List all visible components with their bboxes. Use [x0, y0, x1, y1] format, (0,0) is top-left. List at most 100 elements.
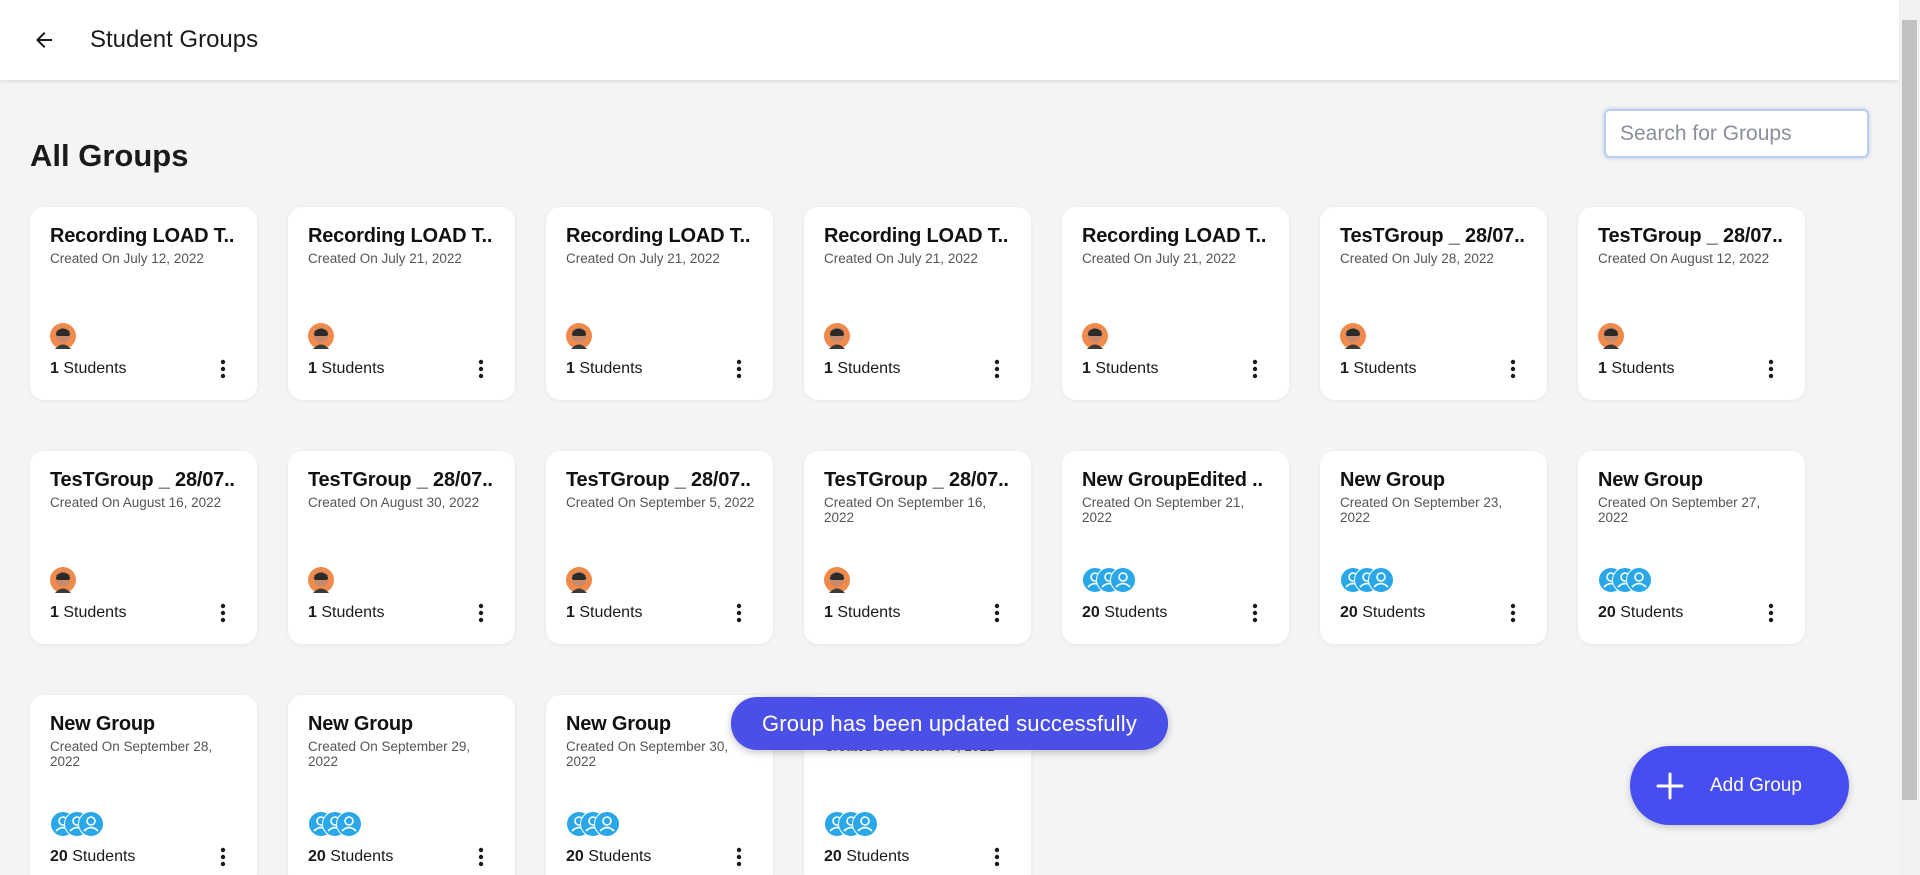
student-count: 1 Students: [566, 604, 643, 622]
group-card[interactable]: New Group Created On September 23, 2022 20…: [1320, 451, 1547, 644]
more-options-icon[interactable]: [727, 845, 751, 869]
more-options-icon[interactable]: [985, 601, 1009, 625]
group-title: Recording LOAD T..: [308, 225, 493, 247]
group-created-date: Created On September 30, 2022: [566, 739, 729, 769]
student-count-label: Students: [837, 604, 901, 621]
avatar-stack: [566, 323, 592, 349]
avatar-stack: [824, 811, 878, 837]
student-count-number: 20: [308, 848, 326, 865]
student-count: 1 Students: [50, 360, 127, 378]
group-card[interactable]: Recording LOAD T.. Created On July 21, 20…: [546, 207, 773, 400]
toast-message: Group has been updated successfully: [761, 710, 1138, 736]
success-toast: Group has been updated successfully: [731, 697, 1168, 750]
student-count-number: 1: [1598, 360, 1607, 377]
student-count-number: 1: [1082, 360, 1091, 377]
student-count-number: 1: [566, 360, 575, 377]
add-group-button[interactable]: Add Group: [1630, 746, 1849, 825]
more-options-icon[interactable]: [1243, 357, 1267, 381]
more-options-icon[interactable]: [211, 845, 235, 869]
group-card[interactable]: TesTGroup _ 28/07.. Created On August 16,…: [30, 451, 257, 644]
more-options-icon[interactable]: [985, 357, 1009, 381]
more-options-icon[interactable]: [1759, 357, 1783, 381]
group-created-date: Created On September 21, 2022: [1082, 495, 1245, 525]
group-title: TesTGroup _ 28/07..: [50, 469, 235, 491]
more-options-icon[interactable]: [1243, 601, 1267, 625]
avatar-stack: [308, 567, 334, 593]
student-count-label: Students: [321, 360, 385, 377]
more-options-icon[interactable]: [211, 357, 235, 381]
more-options-icon[interactable]: [1759, 601, 1783, 625]
group-title: TesTGroup _ 28/07..: [1340, 225, 1525, 247]
vertical-scrollbar[interactable]: [1899, 0, 1920, 875]
group-title: New Group: [1340, 469, 1445, 491]
student-avatar-icon: [50, 323, 76, 349]
avatar-stack: [50, 323, 76, 349]
more-options-icon[interactable]: [1501, 601, 1525, 625]
student-avatar-icon: [566, 323, 592, 349]
student-count-number: 1: [308, 604, 317, 621]
group-title: TesTGroup _ 28/07..: [824, 469, 1009, 491]
group-created-date: Created On September 27, 2022: [1598, 495, 1761, 525]
student-avatar-icon: [566, 567, 592, 593]
more-options-icon[interactable]: [727, 357, 751, 381]
student-count: 20 Students: [824, 848, 909, 866]
group-title: Recording LOAD T..: [50, 225, 235, 247]
student-count-label: Students: [588, 848, 652, 865]
more-options-icon[interactable]: [469, 601, 493, 625]
more-options-icon[interactable]: [727, 601, 751, 625]
group-created-date: Created On July 21, 2022: [566, 251, 720, 266]
scrollbar-thumb[interactable]: [1902, 20, 1917, 800]
back-button[interactable]: [22, 18, 66, 62]
more-options-icon[interactable]: [211, 601, 235, 625]
student-avatar-icon: [308, 323, 334, 349]
more-options-icon[interactable]: [469, 357, 493, 381]
group-card[interactable]: TesTGroup _ 28/07.. Created On September …: [546, 451, 773, 644]
group-card[interactable]: Recording LOAD T.. Created On July 21, 20…: [288, 207, 515, 400]
avatar-stack: [1598, 323, 1624, 349]
student-count: 20 Students: [308, 848, 393, 866]
avatar-stack: [824, 567, 850, 593]
student-count: 1 Students: [824, 604, 901, 622]
group-card[interactable]: Recording LOAD T.. Created On July 21, 20…: [804, 207, 1031, 400]
group-card[interactable]: Recording LOAD T.. Created On July 12, 20…: [30, 207, 257, 400]
search-box[interactable]: [1604, 109, 1869, 158]
student-count-label: Students: [1353, 360, 1417, 377]
group-title: Recording LOAD T..: [566, 225, 751, 247]
student-count-number: 20: [1598, 604, 1616, 621]
group-created-date: Created On August 30, 2022: [308, 495, 480, 510]
plus-icon: [1630, 771, 1710, 801]
group-created-date: Created On August 12, 2022: [1598, 251, 1770, 266]
user-avatar-icon: [78, 811, 104, 837]
search-input[interactable]: [1606, 111, 1867, 156]
student-count-label: Students: [63, 604, 127, 621]
group-title: TesTGroup _ 28/07..: [1598, 225, 1783, 247]
group-card[interactable]: TesTGroup _ 28/07.. Created On September …: [804, 451, 1031, 644]
group-card[interactable]: New Group Created On September 27, 2022 20…: [1578, 451, 1805, 644]
page-title: Student Groups: [90, 26, 259, 53]
more-options-icon[interactable]: [985, 845, 1009, 869]
student-avatar-icon: [1598, 323, 1624, 349]
group-card[interactable]: New Group Created On September 29, 2022 20…: [288, 695, 515, 875]
group-card[interactable]: TesTGroup _ 28/07.. Created On August 12,…: [1578, 207, 1805, 400]
more-options-icon[interactable]: [1501, 357, 1525, 381]
student-count-number: 20: [566, 848, 584, 865]
student-count: 1 Students: [566, 360, 643, 378]
group-created-date: Created On September 16, 2022: [824, 495, 987, 525]
top-app-bar: Student Groups: [0, 0, 1899, 80]
user-avatar-icon: [1626, 567, 1652, 593]
group-card[interactable]: New GroupEdited .. Created On September 2…: [1062, 451, 1289, 644]
group-card[interactable]: TesTGroup _ 28/07.. Created On August 30,…: [288, 451, 515, 644]
more-options-icon[interactable]: [469, 845, 493, 869]
group-title: New GroupEdited ..: [1082, 469, 1263, 491]
avatar-stack: [308, 323, 334, 349]
student-count-label: Students: [1104, 604, 1168, 621]
group-created-date: Created On July 28, 2022: [1340, 251, 1494, 266]
student-count-number: 1: [824, 604, 833, 621]
group-card[interactable]: TesTGroup _ 28/07.. Created On July 28, 2…: [1320, 207, 1547, 400]
group-card[interactable]: New Group Created On September 28, 2022 20…: [30, 695, 257, 875]
student-count-number: 1: [1340, 360, 1349, 377]
group-card[interactable]: Recording LOAD T.. Created On July 21, 20…: [1062, 207, 1289, 400]
student-avatar-icon: [1082, 323, 1108, 349]
avatar-stack: [566, 811, 620, 837]
student-count-number: 20: [824, 848, 842, 865]
